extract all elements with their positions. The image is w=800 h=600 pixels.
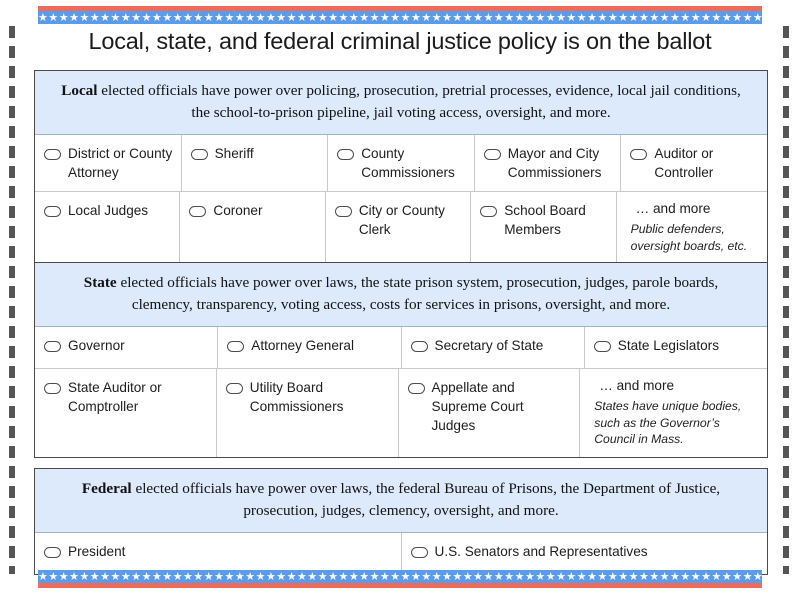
top-flag-band: ★★★★★★★★★★★★★★★★★★★★★★★★★★★★★★★★★★★★★★★★… xyxy=(38,6,762,24)
office-cell-state-legislators[interactable]: State Legislators xyxy=(585,327,767,368)
and-more-note: Public defenders, oversight boards, etc. xyxy=(630,222,748,253)
table-row: State Auditor or Comptroller Utility Boa… xyxy=(35,368,767,457)
ballot-oval-icon[interactable] xyxy=(410,547,428,558)
section-state: State elected officials have power over … xyxy=(34,262,768,458)
office-cell-district-attorney[interactable]: District or County Attorney xyxy=(35,135,182,191)
office-cell-school-board-members[interactable]: School Board Members xyxy=(471,192,617,263)
section-local-header-text: elected officials have power over polici… xyxy=(97,82,741,121)
left-dashed-rail xyxy=(9,26,15,574)
office-label: Attorney General xyxy=(251,338,355,353)
office-cell-state-auditor-comptroller[interactable]: State Auditor or Comptroller xyxy=(35,369,217,457)
ballot-oval-icon[interactable] xyxy=(337,149,355,160)
office-label: Appellate and Supreme Court Judges xyxy=(431,380,524,433)
office-label: Utility Board Commissioners xyxy=(249,380,344,414)
office-cell-auditor-controller[interactable]: Auditor or Controller xyxy=(621,135,767,191)
ballot-oval-icon[interactable] xyxy=(225,383,243,394)
section-state-header: State elected officials have power over … xyxy=(35,263,767,327)
office-cell-local-judges[interactable]: Local Judges xyxy=(35,192,181,263)
section-state-level: State xyxy=(83,274,117,291)
office-cell-us-senators-representatives[interactable]: U.S. Senators and Representatives xyxy=(402,533,768,574)
office-label: Governor xyxy=(68,338,125,353)
office-label: State Auditor or Comptroller xyxy=(68,380,162,414)
office-cell-utility-board-commissioners[interactable]: Utility Board Commissioners xyxy=(217,369,399,457)
ballot-oval-icon[interactable] xyxy=(227,341,245,352)
office-label: Coroner xyxy=(213,203,263,218)
office-cell-sheriff[interactable]: Sheriff xyxy=(182,135,329,191)
office-label: Mayor and City Commissioners xyxy=(507,146,602,180)
office-cell-president[interactable]: President xyxy=(35,533,402,574)
office-cell-county-commissioners[interactable]: County Commissioners xyxy=(328,135,475,191)
office-cell-appellate-supreme-court-judges[interactable]: Appellate and Supreme Court Judges xyxy=(399,369,581,457)
ballot-oval-icon[interactable] xyxy=(480,206,498,217)
page-title: Local, state, and federal criminal justi… xyxy=(88,28,712,54)
office-label: County Commissioners xyxy=(361,146,455,180)
table-row: President U.S. Senators and Representati… xyxy=(35,533,767,574)
office-cell-attorney-general[interactable]: Attorney General xyxy=(218,327,402,368)
office-label: Secretary of State xyxy=(434,338,544,353)
top-star-stripe: ★★★★★★★★★★★★★★★★★★★★★★★★★★★★★★★★★★★★★★★★… xyxy=(38,11,762,24)
office-label: School Board Members xyxy=(504,203,586,237)
ballot-oval-icon[interactable] xyxy=(483,149,501,160)
bottom-star-stripe: ★★★★★★★★★★★★★★★★★★★★★★★★★★★★★★★★★★★★★★★★… xyxy=(38,570,762,583)
office-label: U.S. Senators and Representatives xyxy=(434,544,648,559)
office-label: City or County Clerk xyxy=(358,203,445,237)
bottom-red-stripe xyxy=(38,583,762,588)
section-state-header-text: elected officials have power over laws, … xyxy=(116,274,719,313)
ballot-oval-icon[interactable] xyxy=(44,341,61,352)
office-cell-local-and-more: … and more Public defenders, oversight b… xyxy=(617,192,767,263)
office-cell-secretary-of-state[interactable]: Secretary of State xyxy=(402,327,585,368)
section-federal: Federal elected officials have power ove… xyxy=(34,468,768,575)
ballot-oval-icon[interactable] xyxy=(410,341,428,352)
office-label: Sheriff xyxy=(214,146,254,161)
ballot-oval-icon[interactable] xyxy=(407,383,425,394)
office-label: State Legislators xyxy=(617,338,720,353)
ballot-oval-icon[interactable] xyxy=(593,341,611,352)
office-label: District or County Attorney xyxy=(68,146,173,180)
office-label: Local Judges xyxy=(68,203,149,218)
bottom-flag-band: ★★★★★★★★★★★★★★★★★★★★★★★★★★★★★★★★★★★★★★★★… xyxy=(38,570,762,588)
ballot-oval-icon[interactable] xyxy=(630,149,648,160)
section-federal-header: Federal elected officials have power ove… xyxy=(35,469,767,533)
ballot-oval-icon[interactable] xyxy=(190,149,208,160)
ballot-oval-icon[interactable] xyxy=(334,206,352,217)
and-more-note: States have unique bodies, such as the G… xyxy=(594,399,742,446)
office-label: President xyxy=(68,544,126,559)
section-federal-header-text: elected officials have power over laws, … xyxy=(131,480,721,519)
office-label: Auditor or Controller xyxy=(654,146,714,180)
ballot-oval-icon[interactable] xyxy=(44,206,61,217)
table-row: Local Judges Coroner City or County Cler… xyxy=(35,191,767,263)
and-more-label: … and more xyxy=(599,378,675,393)
office-cell-coroner[interactable]: Coroner xyxy=(180,192,326,263)
table-row: Governor Attorney General Secretary of S… xyxy=(35,327,767,368)
right-dashed-rail xyxy=(783,26,789,574)
table-row: District or County Attorney Sheriff Coun… xyxy=(35,135,767,191)
office-cell-city-county-clerk[interactable]: City or County Clerk xyxy=(326,192,472,263)
ballot-oval-icon[interactable] xyxy=(189,206,207,217)
section-local: Local elected officials have power over … xyxy=(34,70,768,264)
section-local-header: Local elected officials have power over … xyxy=(35,71,767,135)
ballot-oval-icon[interactable] xyxy=(44,547,61,558)
office-cell-mayor-city-commissioners[interactable]: Mayor and City Commissioners xyxy=(475,135,622,191)
office-cell-governor[interactable]: Governor xyxy=(35,327,219,368)
and-more-label: … and more xyxy=(635,201,711,216)
ballot-oval-icon[interactable] xyxy=(44,383,61,394)
ballot-oval-icon[interactable] xyxy=(44,149,61,160)
office-cell-state-and-more: … and more States have unique bodies, su… xyxy=(580,369,767,457)
section-federal-level: Federal xyxy=(81,480,132,497)
section-local-level: Local xyxy=(61,82,98,99)
